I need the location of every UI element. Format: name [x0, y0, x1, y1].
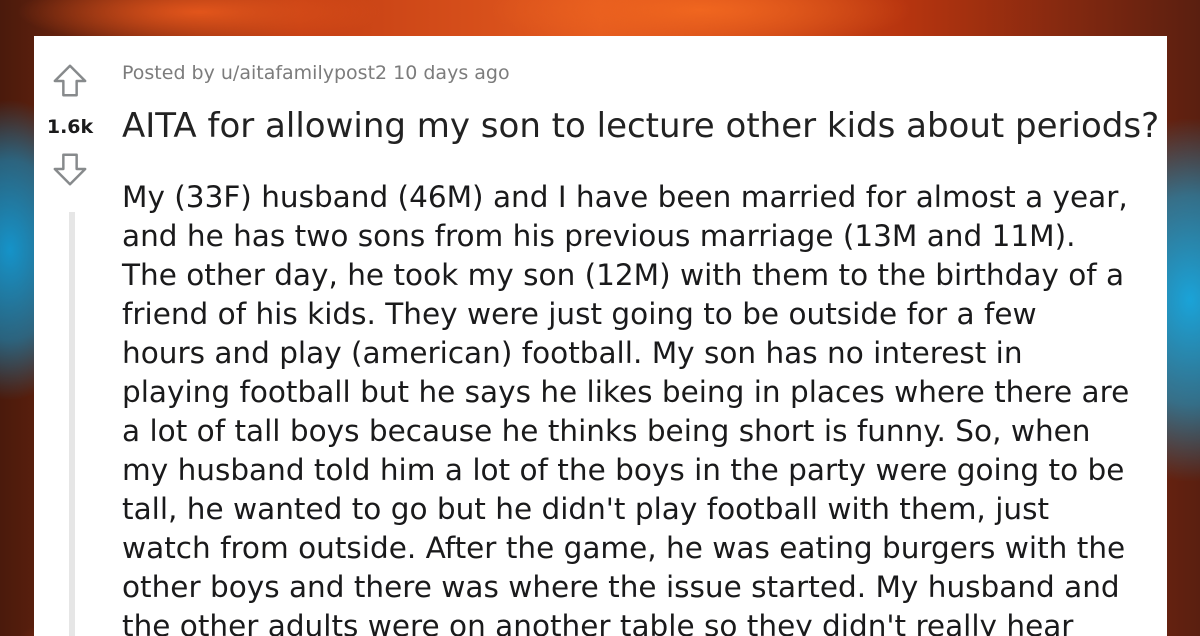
post-title[interactable]: AITA for allowing my son to lecture othe… — [122, 106, 1162, 146]
post-body-line: the other adults were on another table s… — [122, 609, 1074, 636]
post-body-line: tall, he wanted to go but he didn't play… — [122, 492, 1050, 526]
post-body-line: watch from outside. After the game, he w… — [122, 531, 1126, 565]
post-body-line: a lot of tall boys because he thinks bei… — [122, 414, 1091, 448]
post-meta: Posted by u/aitafamilypost2 10 days ago — [122, 62, 510, 84]
upvote-button[interactable] — [51, 62, 89, 100]
downvote-button[interactable] — [51, 150, 89, 188]
post-body-line: friend of his kids. They were just going… — [122, 297, 1037, 331]
post-body-line: other boys and there was where the issue… — [122, 570, 1120, 604]
post-body-line: and he has two sons from his previous ma… — [122, 219, 1076, 253]
thread-line — [69, 212, 75, 636]
vote-score: 1.6k — [46, 116, 94, 138]
post-body: My (33F) husband (46M) and I have been m… — [122, 178, 1162, 636]
post-body-line: hours and play (american) football. My s… — [122, 336, 1023, 370]
post-body-line: The other day, he took my son (12M) with… — [122, 258, 1125, 292]
downvote-arrow-icon — [53, 153, 87, 186]
post-card: 1.6k Posted by u/aitafamilypost2 10 days… — [34, 36, 1167, 636]
post-body-line: my husband told him a lot of the boys in… — [122, 453, 1125, 487]
vote-column: 1.6k — [34, 36, 106, 636]
post-body-line: playing football but he says he likes be… — [122, 375, 1130, 409]
post-body-line: My (33F) husband (46M) and I have been m… — [122, 180, 1128, 214]
upvote-arrow-icon — [53, 64, 87, 97]
